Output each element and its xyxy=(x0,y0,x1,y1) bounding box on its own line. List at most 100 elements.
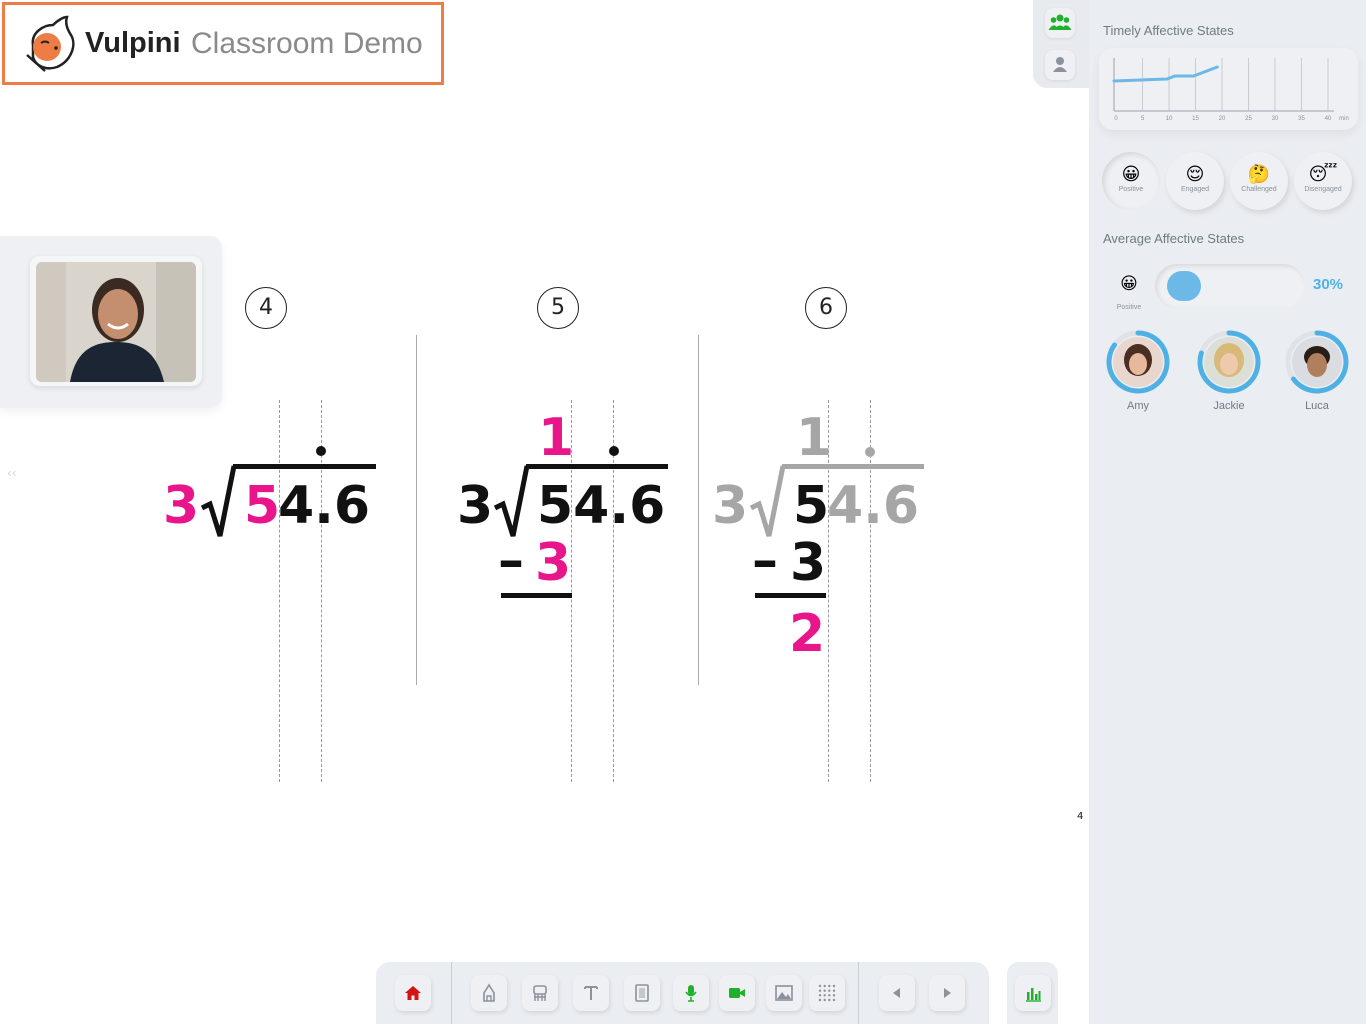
minus-sign: – xyxy=(498,531,524,591)
bar-chart-icon xyxy=(1026,988,1041,1002)
individual-view-button[interactable] xyxy=(1045,50,1075,80)
stats-button[interactable] xyxy=(1015,975,1051,1011)
timeline-tick-label: 40 xyxy=(1325,116,1332,122)
engagement-ring xyxy=(1285,330,1349,394)
timeline-tick-label: 0 xyxy=(1114,116,1118,122)
timeline-tick-label: 35 xyxy=(1298,116,1305,122)
timeline-chart: 0 5 10 15 20 25 30 35 40 min xyxy=(1112,58,1349,122)
average-states-title: Average Affective States xyxy=(1103,231,1245,246)
student-jackie[interactable]: Jackie xyxy=(1189,330,1269,412)
video-camera-icon xyxy=(729,988,745,998)
thinking-face-icon: 🤔 xyxy=(1247,164,1271,185)
sleepy-face-icon: 😴 xyxy=(1308,164,1338,185)
step-number-5: 5 xyxy=(537,287,579,329)
average-state-label: Positive xyxy=(1116,304,1142,311)
home-icon xyxy=(405,986,421,1000)
state-challenged-button[interactable]: 🤔 Challenged xyxy=(1230,152,1288,210)
state-label: Positive xyxy=(1118,186,1144,193)
student-luca[interactable]: Luca xyxy=(1277,330,1357,412)
grid-icon xyxy=(818,984,836,1002)
state-label: Disengaged xyxy=(1304,186,1342,193)
engagement-ring xyxy=(1106,330,1170,394)
grid-button[interactable] xyxy=(809,975,845,1011)
engagement-ring xyxy=(1197,330,1261,394)
remainder: 2 xyxy=(789,604,826,664)
dividend-highlight: 5 xyxy=(244,476,281,536)
decimal-position-dot xyxy=(609,446,619,456)
step-number-6: 6 xyxy=(805,287,847,329)
previous-page-button[interactable] xyxy=(879,975,915,1011)
state-label: Challenged xyxy=(1241,186,1277,193)
previous-icon xyxy=(893,988,900,998)
pen-tool-button[interactable] xyxy=(471,975,507,1011)
brand-header: Vulpini Classroom Demo xyxy=(2,2,444,85)
step-divider xyxy=(698,335,699,685)
microphone-button[interactable] xyxy=(673,975,709,1011)
decimal-position-dot xyxy=(316,446,326,456)
toolbar-divider xyxy=(451,962,452,1024)
image-button[interactable] xyxy=(766,975,802,1011)
timeline-series-line xyxy=(1112,65,1219,83)
guide-line xyxy=(321,400,322,782)
average-value: 30% xyxy=(1313,276,1344,293)
collapse-sidebar-icon[interactable]: ‹‹ xyxy=(7,466,17,480)
average-progress-fill xyxy=(1167,271,1201,301)
home-button[interactable] xyxy=(395,975,431,1011)
minus-sign: – xyxy=(752,531,778,591)
page-tool-button[interactable] xyxy=(624,975,660,1011)
teacher-portrait-image xyxy=(36,262,196,382)
division-bar xyxy=(782,464,924,469)
subtraction-bar xyxy=(501,593,572,598)
grinning-face-icon: 😀 xyxy=(1121,164,1141,185)
teacher-video[interactable] xyxy=(36,262,196,382)
avatar xyxy=(1197,330,1261,394)
divisor: 3 xyxy=(712,476,749,536)
microphone-icon xyxy=(685,985,697,1002)
class-view-button[interactable] xyxy=(1045,8,1075,38)
timeline-tick-label: 25 xyxy=(1245,116,1252,122)
quotient-digit: 1 xyxy=(538,408,575,468)
image-icon xyxy=(775,985,793,1001)
divisor: 3 xyxy=(457,476,494,536)
dividend: 54.6 xyxy=(537,476,666,536)
timeline-tick-label: 15 xyxy=(1192,116,1199,122)
page-number: 4 xyxy=(1077,811,1084,822)
grinning-face-icon: 😀 xyxy=(1120,274,1138,294)
eraser-tool-button[interactable] xyxy=(522,975,558,1011)
bottom-toolbar xyxy=(376,962,989,1024)
video-camera-button[interactable] xyxy=(719,975,755,1011)
relieved-face-icon: 😌 xyxy=(1185,164,1205,185)
guide-line xyxy=(279,400,280,782)
timeline-unit-label: min xyxy=(1339,116,1349,122)
student-name: Jackie xyxy=(1213,400,1245,412)
radical-sign-icon xyxy=(200,465,236,537)
brand-name: Vulpini xyxy=(85,27,181,59)
toolbar-divider xyxy=(858,962,859,1024)
avatar xyxy=(1106,330,1170,394)
step-number-4: 4 xyxy=(245,287,287,329)
step-divider xyxy=(416,335,417,685)
quotient-digit: 1 xyxy=(796,408,833,468)
eraser-icon xyxy=(533,985,547,1001)
divisor: 3 xyxy=(163,476,200,536)
pen-icon xyxy=(483,983,495,1002)
page-icon xyxy=(635,984,649,1002)
fox-logo-icon xyxy=(26,15,75,72)
state-engaged-button[interactable]: 😌 Engaged xyxy=(1166,152,1224,210)
dividend-rest: 4.6 xyxy=(827,476,920,536)
person-icon xyxy=(1053,57,1067,72)
state-positive-button[interactable]: 😀 Positive xyxy=(1102,152,1160,210)
average-progress-bar xyxy=(1155,264,1305,308)
text-tool-button[interactable] xyxy=(573,975,609,1011)
average-state-indicator: 😀 Positive xyxy=(1110,274,1148,313)
group-icon xyxy=(1048,14,1072,30)
state-disengaged-button[interactable]: 😴 Disengaged xyxy=(1294,152,1352,210)
teacher-video-card[interactable] xyxy=(0,236,222,408)
timeline-chart-card: 0 5 10 15 20 25 30 35 40 min xyxy=(1099,48,1358,130)
subtrahend: 3 xyxy=(535,533,572,593)
next-page-button[interactable] xyxy=(929,975,965,1011)
student-amy[interactable]: Amy xyxy=(1098,330,1178,412)
student-name: Luca xyxy=(1305,400,1329,412)
view-switcher xyxy=(1033,0,1089,88)
subtrahend: 3 xyxy=(790,533,827,593)
